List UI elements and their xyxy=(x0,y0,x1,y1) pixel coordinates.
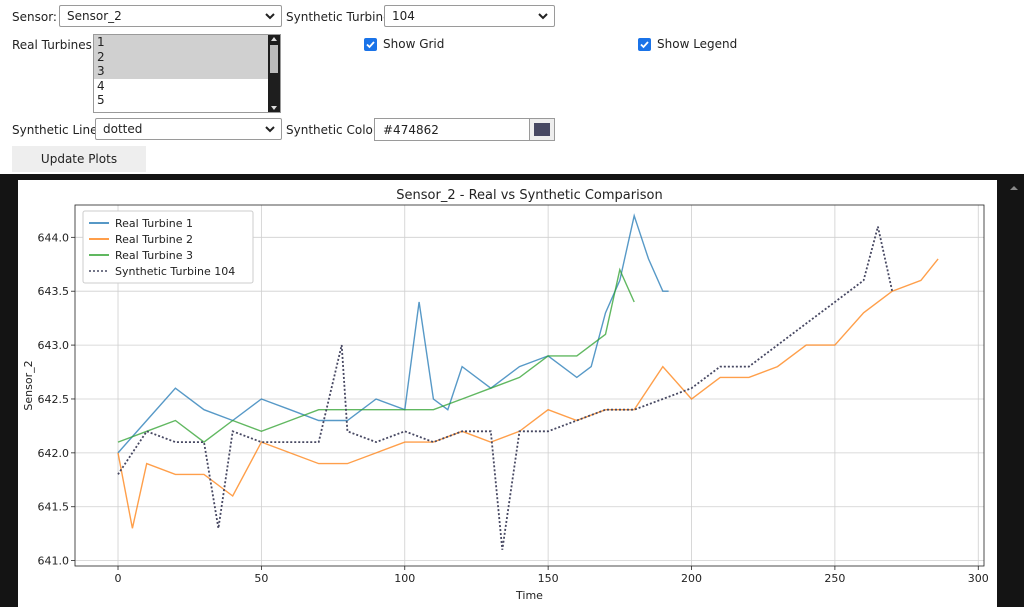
listbox-scrollbar[interactable] xyxy=(268,35,280,112)
legend-label-4: Synthetic Turbine 104 xyxy=(115,265,235,278)
synthetic-line-label: Synthetic Line: xyxy=(12,123,102,137)
y-tick-label: 641.5 xyxy=(38,501,70,514)
synthetic-turbine-label: Synthetic Turbine: xyxy=(286,10,395,24)
show-legend-checkbox[interactable] xyxy=(638,37,651,51)
list-item[interactable]: 3 xyxy=(94,64,280,79)
sensor-label: Sensor: xyxy=(12,10,57,24)
x-tick-label: 0 xyxy=(115,572,122,585)
checkmark-icon xyxy=(640,40,649,48)
list-item[interactable]: 1 xyxy=(94,35,280,50)
series-line-2 xyxy=(117,258,939,529)
update-plots-button[interactable]: Update Plots xyxy=(12,146,146,172)
series-line-3 xyxy=(117,267,635,443)
x-tick-label: 250 xyxy=(824,572,845,585)
x-axis-label: Time xyxy=(515,589,543,602)
scrollbar-track-icon xyxy=(270,37,278,110)
show-grid-toggle[interactable]: Show Grid xyxy=(364,37,444,51)
legend-label-2: Real Turbine 2 xyxy=(115,233,193,246)
chart-title: Sensor_2 - Real vs Synthetic Comparison xyxy=(396,188,662,203)
synthetic-color-input[interactable]: #474862 xyxy=(374,118,530,141)
plot-figure: Sensor_2 - Real vs Synthetic Comparison 0… xyxy=(18,180,997,607)
synthetic-color-label: Synthetic Color: xyxy=(286,123,382,137)
list-item[interactable]: 2 xyxy=(94,49,280,64)
real-turbines-label: Real Turbines: xyxy=(12,38,96,52)
y-tick-label: 641.0 xyxy=(38,555,70,568)
y-axis-label: Sensor_2 xyxy=(22,360,35,410)
legend-label-3: Real Turbine 3 xyxy=(115,249,193,262)
list-item[interactable]: 4 xyxy=(94,79,280,94)
synthetic-turbine-select[interactable]: 104 xyxy=(384,5,555,27)
checkmark-icon xyxy=(366,40,375,48)
y-tick-label: 643.0 xyxy=(38,339,70,352)
show-grid-label: Show Grid xyxy=(383,37,445,51)
y-tick-label: 642.0 xyxy=(38,447,70,460)
x-tick-label: 50 xyxy=(254,572,268,585)
color-swatch-icon xyxy=(534,123,550,136)
x-tick-label: 150 xyxy=(538,572,559,585)
list-item[interactable]: 5 xyxy=(94,93,280,108)
sensor-select-value: Sensor_2 xyxy=(67,9,122,23)
chevron-down-icon xyxy=(265,13,275,20)
chevron-down-icon xyxy=(538,13,548,20)
synthetic-line-select[interactable]: dotted xyxy=(95,118,282,140)
x-tick-label: 100 xyxy=(394,572,415,585)
output-scrollbar[interactable] xyxy=(1006,180,1022,607)
x-tick-label: 300 xyxy=(968,572,989,585)
show-grid-checkbox[interactable] xyxy=(364,37,377,51)
scroll-up-icon xyxy=(1010,186,1018,190)
y-tick-label: 643.5 xyxy=(38,285,70,298)
sensor-select[interactable]: Sensor_2 xyxy=(59,5,282,27)
color-picker-button[interactable] xyxy=(529,118,555,141)
x-tick-label: 200 xyxy=(681,572,702,585)
chevron-down-icon xyxy=(265,126,275,133)
synthetic-line-select-value: dotted xyxy=(103,122,143,136)
legend-label-1: Real Turbine 1 xyxy=(115,217,193,230)
y-tick-label: 642.5 xyxy=(38,393,70,406)
comparison-chart: Sensor_2 - Real vs Synthetic Comparison 0… xyxy=(22,188,989,602)
show-legend-toggle[interactable]: Show Legend xyxy=(638,37,737,51)
real-turbines-listbox[interactable]: 1 2 3 4 5 xyxy=(93,34,281,113)
show-legend-label: Show Legend xyxy=(657,37,738,51)
y-tick-label: 644.0 xyxy=(38,231,70,244)
synthetic-turbine-select-value: 104 xyxy=(392,9,415,23)
